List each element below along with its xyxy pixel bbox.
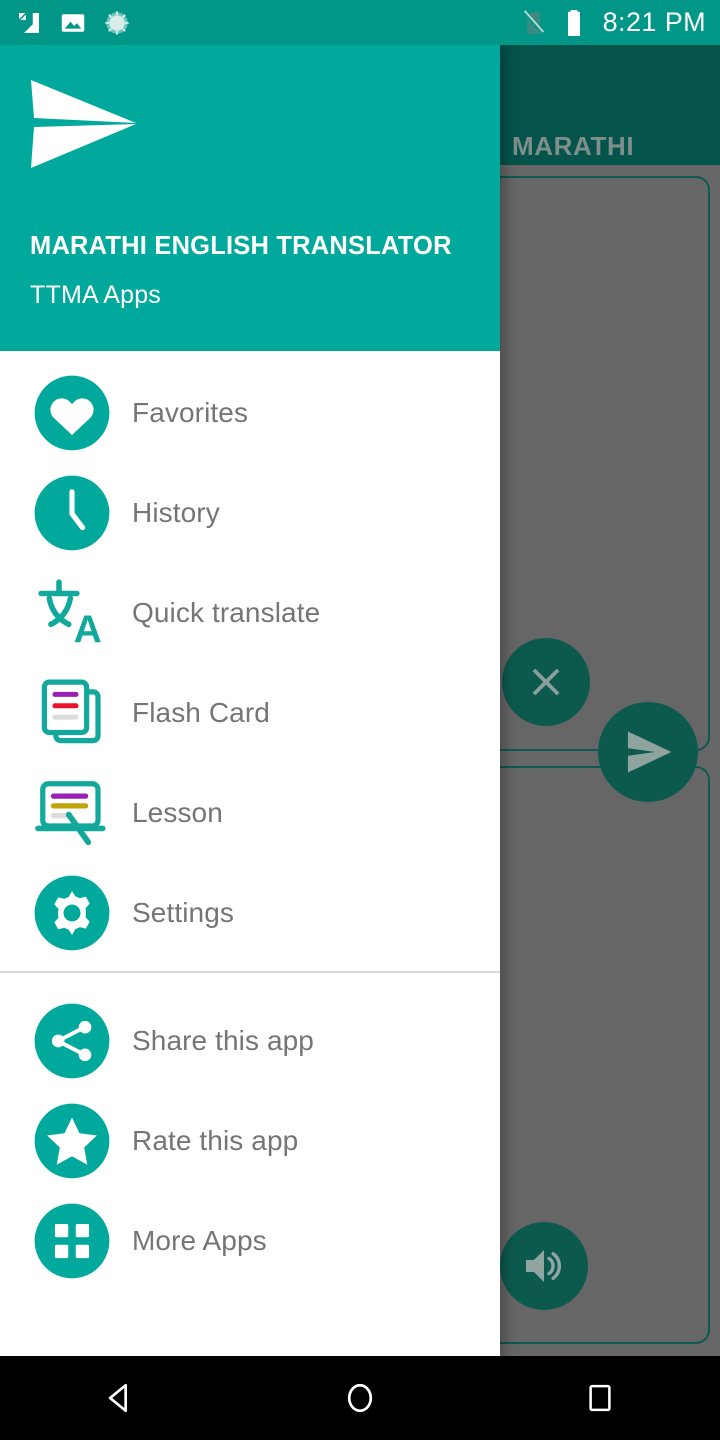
sidebar-item-history[interactable]: History — [0, 463, 500, 563]
sync-spinner-icon — [105, 10, 129, 35]
flash-card-icon — [32, 673, 112, 753]
paper-plane-logo — [31, 80, 136, 168]
speak-button[interactable] — [500, 1222, 588, 1310]
translate-icon: A — [32, 573, 112, 653]
grid-apps-icon — [32, 1201, 112, 1281]
home-circle-icon — [347, 1383, 373, 1413]
back-triangle-icon — [108, 1383, 128, 1413]
status-bar: 8:21 PM — [0, 0, 720, 45]
drawer-divider — [0, 971, 500, 973]
app-publisher: TTMA Apps — [30, 281, 162, 309]
sidebar-item-settings[interactable]: Settings — [0, 863, 500, 963]
sidebar-item-rate-app[interactable]: Rate this app — [0, 1091, 500, 1191]
drawer-header: MARATHI ENGLISH TRANSLATOR TTMA Apps — [0, 45, 500, 351]
sidebar-item-label: Lesson — [132, 797, 223, 828]
phone-screen: MARATHI MARATHI ENGLISH TRANSLATOR TTMA … — [0, 0, 720, 1440]
navigation-drawer: MARATHI ENGLISH TRANSLATOR TTMA Apps Fav… — [0, 45, 500, 1356]
volume-up-icon — [526, 1250, 561, 1282]
image-icon — [61, 13, 85, 32]
recents-square-icon — [589, 1384, 611, 1412]
nav-recents-button[interactable] — [540, 1356, 660, 1440]
sidebar-item-label: History — [132, 497, 220, 528]
status-bar-notifications — [14, 8, 132, 38]
heart-icon — [32, 373, 112, 453]
sidebar-item-label: Quick translate — [132, 597, 321, 628]
no-sim-icon — [523, 9, 545, 35]
clock-icon — [32, 473, 112, 553]
screenshot-icon — [19, 12, 39, 33]
system-navigation-bar — [0, 1356, 720, 1440]
sidebar-item-label: Settings — [132, 897, 234, 928]
sidebar-item-favorites[interactable]: Favorites — [0, 363, 500, 463]
nav-back-button[interactable] — [60, 1356, 180, 1440]
lesson-icon — [32, 773, 112, 853]
sidebar-item-share-app[interactable]: Share this app — [0, 991, 500, 1091]
sidebar-item-label: Share this app — [132, 1025, 314, 1056]
sidebar-item-label: Flash Card — [132, 697, 270, 728]
sidebar-item-label: More Apps — [132, 1225, 267, 1256]
app-title: MARATHI ENGLISH TRANSLATOR — [30, 232, 452, 260]
background-appbar-title: MARATHI — [512, 131, 635, 161]
sidebar-item-more-apps[interactable]: More Apps — [0, 1191, 500, 1291]
status-bar-clock: 8:21 PM — [602, 7, 706, 37]
svg-text:A: A — [74, 608, 102, 651]
close-icon — [532, 668, 560, 696]
translate-button[interactable] — [598, 702, 698, 802]
status-bar-system-icons: 8:21 PM — [519, 7, 706, 38]
gear-icon — [32, 873, 112, 953]
sidebar-item-label: Rate this app — [132, 1125, 299, 1156]
battery-full-icon — [567, 9, 580, 36]
sidebar-item-lesson[interactable]: Lesson — [0, 763, 500, 863]
send-icon — [627, 731, 672, 773]
drawer-menu: Favorites History A Quick translate Flas… — [0, 351, 500, 1356]
sidebar-item-quick-translate[interactable]: A Quick translate — [0, 563, 500, 663]
star-icon — [32, 1101, 112, 1181]
nav-home-button[interactable] — [300, 1356, 420, 1440]
sidebar-item-label: Favorites — [132, 397, 249, 428]
clear-button[interactable] — [502, 638, 590, 726]
share-icon — [32, 1001, 112, 1081]
sidebar-item-flash-card[interactable]: Flash Card — [0, 663, 500, 763]
